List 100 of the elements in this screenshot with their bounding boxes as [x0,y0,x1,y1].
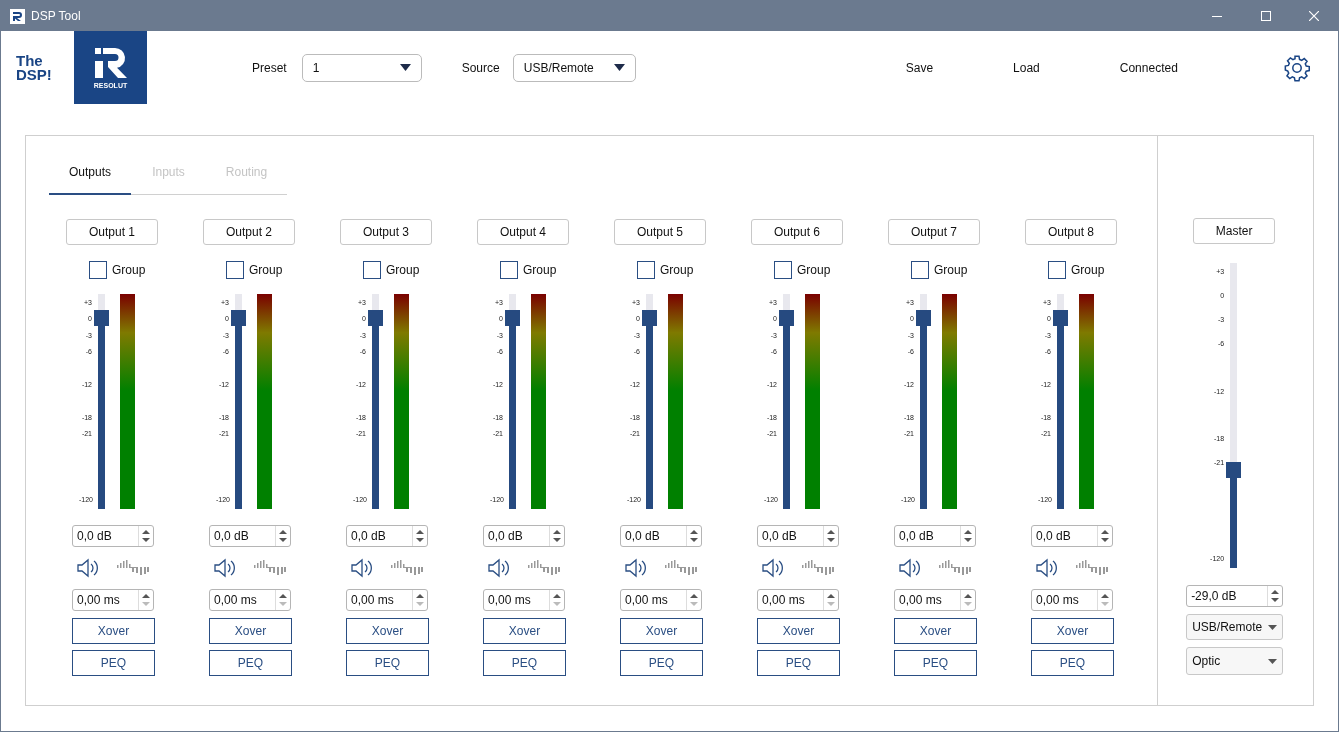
spin-field[interactable]: 0,0 dB [1031,525,1113,547]
spin-arrows-icon[interactable] [553,593,561,607]
spin-arrows-icon[interactable] [964,529,972,543]
spin-arrows-icon[interactable] [142,593,150,607]
master-button[interactable]: Master [1193,218,1276,244]
spin-arrows-icon[interactable] [827,529,835,543]
spin-arrows-icon[interactable] [142,529,150,543]
speaker-icon[interactable] [77,557,101,578]
spin-arrows-icon[interactable] [1101,593,1109,607]
channel-button[interactable]: Output 8 [1025,219,1117,245]
group-checkbox[interactable] [500,261,518,279]
fader-thumb[interactable] [94,309,109,326]
fader-thumb[interactable] [1226,462,1242,479]
channel-action-button[interactable]: PEQ [72,650,155,676]
eq-bars-icon[interactable] [528,560,560,575]
spin-field[interactable]: 0,00 ms [483,589,565,611]
minimize-icon[interactable] [1212,15,1222,17]
spin-field[interactable]: -29,0 dB [1186,585,1284,607]
fader-thumb[interactable] [779,309,794,326]
spin-arrows-icon[interactable] [1271,589,1280,603]
channel-action-button[interactable]: Xover [72,618,155,644]
group-checkbox[interactable] [637,261,655,279]
channel-button[interactable]: Output 2 [203,219,295,245]
speaker-icon[interactable] [762,557,786,578]
channel-button[interactable]: Output 5 [614,219,706,245]
channel-action-button[interactable]: PEQ [620,650,703,676]
spin-arrows-icon[interactable] [690,593,698,607]
channel-button[interactable]: Output 6 [751,219,843,245]
channel-button[interactable]: Output 4 [477,219,569,245]
channel-button[interactable]: Output 7 [888,219,980,245]
channel-button[interactable]: Output 3 [340,219,432,245]
group-checkbox[interactable] [1048,261,1066,279]
channel-action-button[interactable]: PEQ [209,650,292,676]
master-dropdown[interactable]: USB/Remote [1186,614,1284,640]
close-icon[interactable] [1309,11,1319,21]
eq-bars-icon[interactable] [117,560,149,575]
spin-arrows-icon[interactable] [279,593,287,607]
master-dropdown[interactable]: Optic [1186,647,1284,675]
fader-thumb[interactable] [642,309,657,326]
spin-field[interactable]: 0,00 ms [1031,589,1113,611]
spin-field[interactable]: 0,0 dB [209,525,291,547]
eq-bars-icon[interactable] [939,560,971,575]
maximize-icon[interactable] [1261,11,1271,21]
speaker-icon[interactable] [625,557,649,578]
preset-dropdown[interactable]: 1 [301,53,422,82]
spin-field[interactable]: 0,0 dB [620,525,702,547]
action-button[interactable]: Load [1013,58,1040,77]
spin-arrows-icon[interactable] [416,529,424,543]
eq-bars-icon[interactable] [391,560,423,575]
spin-arrows-icon[interactable] [827,593,835,607]
group-checkbox[interactable] [774,261,792,279]
eq-bars-icon[interactable] [665,560,697,575]
channel-action-button[interactable]: PEQ [757,650,840,676]
speaker-icon[interactable] [1036,557,1060,578]
spin-field[interactable]: 0,00 ms [346,589,428,611]
fader-thumb[interactable] [505,309,520,326]
speaker-icon[interactable] [488,557,512,578]
spin-field[interactable]: 0,0 dB [72,525,154,547]
eq-bars-icon[interactable] [254,560,286,575]
channel-action-button[interactable]: PEQ [483,650,566,676]
spin-arrows-icon[interactable] [964,593,972,607]
group-checkbox[interactable] [363,261,381,279]
fader-thumb[interactable] [368,309,383,326]
spin-field[interactable]: 0,0 dB [346,525,428,547]
spin-field[interactable]: 0,0 dB [757,525,839,547]
spin-field[interactable]: 0,00 ms [620,589,702,611]
channel-action-button[interactable]: PEQ [346,650,429,676]
channel-action-button[interactable]: Xover [1031,618,1114,644]
spin-arrows-icon[interactable] [416,593,424,607]
action-button[interactable]: Save [905,58,934,77]
spin-arrows-icon[interactable] [279,529,287,543]
settings-icon[interactable] [1282,53,1311,82]
spin-field[interactable]: 0,00 ms [209,589,291,611]
spin-arrows-icon[interactable] [553,529,561,543]
channel-action-button[interactable]: Xover [757,618,840,644]
eq-bars-icon[interactable] [1076,560,1108,575]
spin-arrows-icon[interactable] [1101,529,1109,543]
spin-field[interactable]: 0,0 dB [483,525,565,547]
channel-action-button[interactable]: Xover [483,618,566,644]
spin-field[interactable]: 0,0 dB [894,525,976,547]
speaker-icon[interactable] [351,557,375,578]
speaker-icon[interactable] [899,557,923,578]
channel-action-button[interactable]: Xover [894,618,977,644]
fader-thumb[interactable] [916,309,931,326]
spin-field[interactable]: 0,00 ms [894,589,976,611]
channel-action-button[interactable]: Xover [209,618,292,644]
channel-button[interactable]: Output 1 [66,219,158,245]
tab[interactable]: Outputs [49,150,131,195]
channel-action-button[interactable]: PEQ [894,650,977,676]
group-checkbox[interactable] [911,261,929,279]
group-checkbox[interactable] [89,261,107,279]
source-dropdown[interactable]: USB/Remote [512,53,636,82]
channel-action-button[interactable]: Xover [620,618,703,644]
spin-field[interactable]: 0,00 ms [757,589,839,611]
spin-field[interactable]: 0,00 ms [72,589,154,611]
spin-arrows-icon[interactable] [690,529,698,543]
channel-action-button[interactable]: Xover [346,618,429,644]
fader-thumb[interactable] [231,309,246,326]
eq-bars-icon[interactable] [802,560,834,575]
speaker-icon[interactable] [214,557,238,578]
